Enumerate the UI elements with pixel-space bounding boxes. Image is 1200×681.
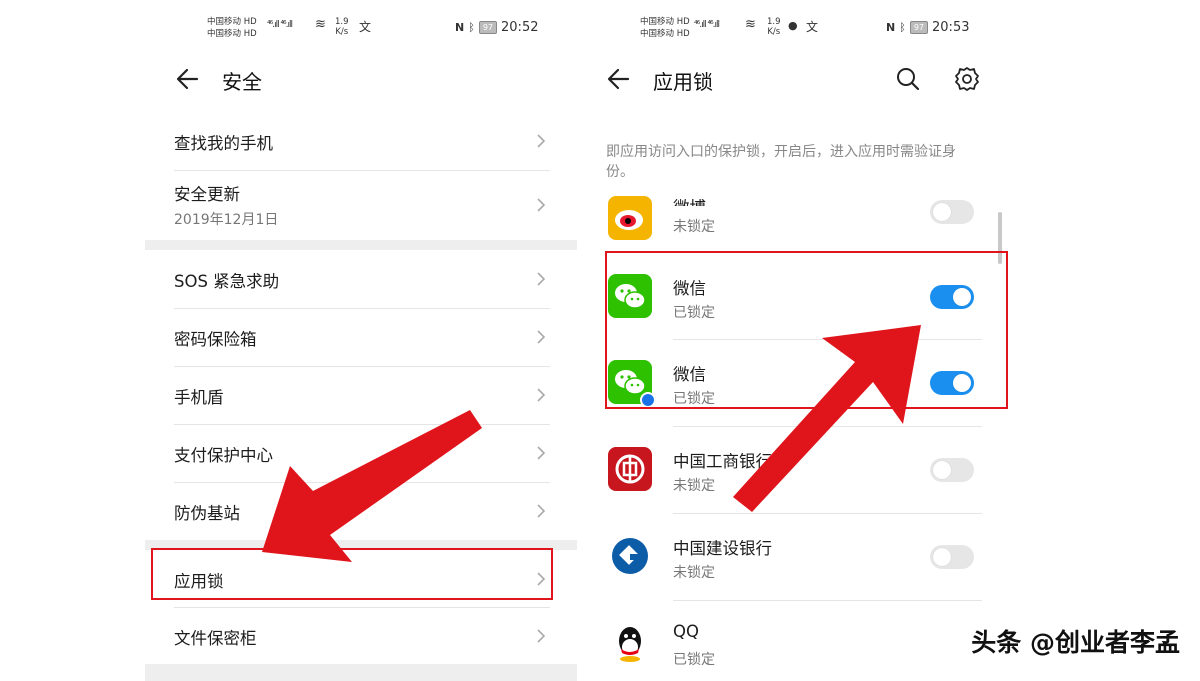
section-gap — [145, 664, 577, 681]
item-label: 文件保密柜 — [174, 629, 257, 648]
carrier-labels: 中国移动 HD 中国移动 HD — [640, 16, 690, 40]
app-row-ccb: 中国建设银行 未锁定 — [590, 514, 1008, 601]
signal-icon: ⁴⁶.ıll ⁴⁶.ıll — [694, 20, 720, 30]
settings-item-security-update[interactable]: 安全更新 2019年12月1日 — [145, 171, 577, 239]
icbc-icon — [608, 447, 652, 491]
settings-item-sos[interactable]: SOS 紧急求助 — [145, 250, 577, 308]
lock-toggle-weibo[interactable] — [930, 200, 974, 224]
settings-item-password-vault[interactable]: 密码保险箱 — [145, 309, 577, 367]
chevron-right-icon — [537, 134, 546, 148]
search-icon[interactable] — [895, 66, 921, 92]
item-label: SOS 紧急求助 — [174, 272, 280, 291]
app-name: 中国建设银行 — [673, 539, 772, 558]
carrier-labels: 中国移动 HD 中国移动 HD — [207, 16, 257, 40]
settings-item-payment-protection[interactable]: 支付保护中心 — [145, 425, 577, 483]
app-lock-state: 已锁定 — [673, 652, 715, 668]
app-lock-description: 即应用访问入口的保护锁，开启后，进入应用时需验证身份。 — [606, 144, 956, 180]
status-bar: 中国移动 HD 中国移动 HD ⁴⁶.ıll ⁴⁶.ıll ≋ 1.9 K/s 文… — [145, 14, 577, 44]
app-lock-screen: 中国移动 HD 中国移动 HD ⁴⁶.ıll ⁴⁶.ıll ≋ 1.9 K/s ●… — [590, 0, 1008, 681]
section-gap — [145, 240, 577, 250]
wifi-icon: ≋ — [315, 17, 326, 32]
app-row-icbc: 中国工商银行 未锁定 — [590, 427, 1008, 514]
back-arrow-icon[interactable] — [175, 66, 201, 92]
qq-icon — [608, 621, 652, 665]
chevron-right-icon — [537, 272, 546, 286]
chevron-right-icon — [537, 198, 546, 212]
settings-item-phone-shield[interactable]: 手机盾 — [145, 367, 577, 425]
settings-item-anti-fake-station[interactable]: 防伪基站 — [145, 483, 577, 541]
nfc-icon: N — [886, 21, 896, 34]
item-label: 密码保险箱 — [174, 330, 257, 349]
app-lock-state: 未锁定 — [673, 478, 715, 494]
clock: 20:52 — [501, 20, 539, 35]
app-lock-state: 未锁定 — [673, 219, 715, 235]
app-bar: 应用锁 — [590, 60, 1008, 100]
translate-icon: 文 — [806, 20, 818, 34]
settings-item-find-phone[interactable]: 查找我的手机 — [145, 112, 577, 170]
highlight-box-wechat — [605, 251, 1008, 409]
app-row-qq: QQ 已锁定 — [590, 601, 1008, 681]
app-name: 中国工商银行 — [673, 452, 772, 471]
translate-icon: 文 — [359, 20, 371, 34]
carrier-1: 中国移动 HD — [640, 17, 690, 27]
watermark: 头条 @创业者李孟 — [971, 628, 1180, 657]
app-name: 微博 — [673, 194, 706, 206]
weibo-icon — [608, 196, 652, 240]
ccb-icon — [608, 534, 652, 578]
item-label: 防伪基站 — [174, 504, 240, 523]
gear-icon[interactable] — [953, 65, 981, 93]
settings-item-file-safe[interactable]: 文件保密柜 — [145, 608, 577, 664]
bluetooth-icon: ᛒ — [468, 21, 475, 34]
wechat-notification-icon: ● — [788, 19, 798, 32]
security-settings-screen: 中国移动 HD 中国移动 HD ⁴⁶.ıll ⁴⁶.ıll ≋ 1.9 K/s 文… — [145, 0, 577, 681]
carrier-1: 中国移动 HD — [207, 17, 257, 27]
clock: 20:53 — [932, 20, 970, 35]
chevron-right-icon — [537, 629, 546, 643]
battery-icon: 97 — [909, 21, 929, 34]
status-right: N ᛒ 97 20:53 — [886, 20, 969, 35]
chevron-right-icon — [537, 330, 546, 344]
carrier-2: 中国移动 HD — [207, 29, 257, 39]
network-speed: 1.9 K/s — [767, 17, 781, 37]
app-name: QQ — [673, 622, 699, 641]
nfc-icon: N — [455, 21, 465, 34]
lock-toggle-ccb[interactable] — [930, 545, 974, 569]
chevron-right-icon — [537, 446, 546, 460]
chevron-right-icon — [537, 388, 546, 402]
back-arrow-icon[interactable] — [606, 66, 632, 92]
wifi-icon: ≋ — [745, 17, 756, 32]
item-subtitle: 2019年12月1日 — [174, 212, 279, 228]
page-title: 应用锁 — [653, 70, 713, 94]
highlight-box-app-lock — [151, 548, 553, 600]
network-speed: 1.9 K/s — [335, 17, 349, 37]
app-bar: 安全 — [145, 60, 577, 100]
signal-icon: ⁴⁶.ıll ⁴⁶.ıll — [267, 20, 293, 30]
status-bar: 中国移动 HD 中国移动 HD ⁴⁶.ıll ⁴⁶.ıll ≋ 1.9 K/s ●… — [590, 14, 1008, 44]
status-right: N ᛒ 97 20:52 — [455, 20, 538, 35]
item-label: 支付保护中心 — [174, 446, 273, 465]
item-label: 手机盾 — [174, 388, 224, 407]
app-lock-state: 未锁定 — [673, 565, 715, 581]
bluetooth-icon: ᛒ — [899, 21, 906, 34]
carrier-2: 中国移动 HD — [640, 29, 690, 39]
battery-icon: 97 — [478, 21, 498, 34]
item-label: 查找我的手机 — [174, 134, 273, 153]
lock-toggle-icbc[interactable] — [930, 458, 974, 482]
page-title: 安全 — [222, 70, 262, 94]
app-row-weibo: 微博 未锁定 — [590, 190, 1008, 248]
item-label: 安全更新 — [174, 185, 240, 204]
chevron-right-icon — [537, 504, 546, 518]
